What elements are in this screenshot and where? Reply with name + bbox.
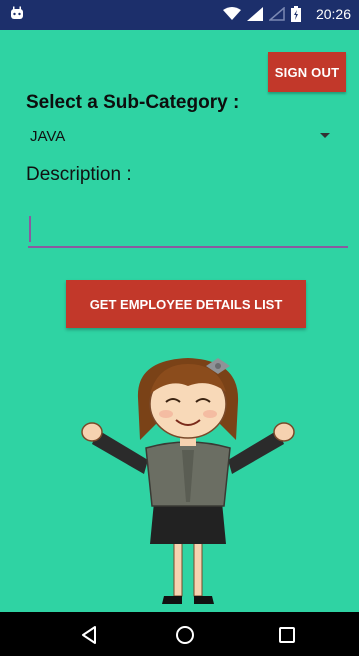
status-bar: 20:26 <box>0 0 359 30</box>
wifi-icon <box>223 7 241 20</box>
battery-icon <box>291 6 301 22</box>
signal-icon <box>247 7 263 21</box>
cartoon-woman-arms-open-icon <box>81 358 295 604</box>
description-input[interactable] <box>28 212 348 248</box>
android-app-icon <box>11 6 23 19</box>
signal-empty-icon <box>269 7 285 21</box>
navigation-bar <box>0 612 359 656</box>
subcategory-spinner[interactable]: JAVA <box>30 126 336 150</box>
sign-out-button[interactable]: SIGN OUT <box>268 52 346 92</box>
text-cursor <box>29 216 31 242</box>
description-label: Description : <box>26 164 132 185</box>
recents-icon[interactable] <box>276 624 298 646</box>
status-icons <box>223 6 301 22</box>
dropdown-arrow-icon <box>320 133 330 138</box>
subcategory-label: Select a Sub-Category : <box>26 92 240 113</box>
get-employee-details-button[interactable]: GET EMPLOYEE DETAILS LIST <box>66 280 306 328</box>
subcategory-value: JAVA <box>30 128 66 145</box>
home-icon[interactable] <box>174 624 196 646</box>
status-time: 20:26 <box>315 6 351 22</box>
back-icon[interactable] <box>78 624 100 646</box>
